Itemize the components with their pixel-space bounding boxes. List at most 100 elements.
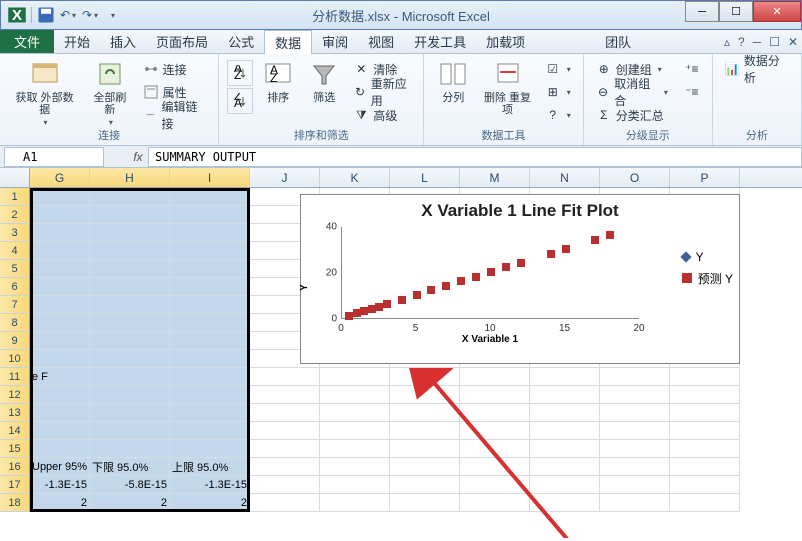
cell[interactable] bbox=[670, 440, 740, 458]
cell[interactable] bbox=[250, 368, 320, 386]
row-header[interactable]: 3 bbox=[0, 224, 30, 242]
cell[interactable] bbox=[320, 422, 390, 440]
cell[interactable]: -1.3E-15 bbox=[30, 476, 90, 494]
menu-tab[interactable] bbox=[575, 30, 595, 53]
menu-tab[interactable]: 加载项 bbox=[476, 30, 535, 53]
row-header[interactable]: 10 bbox=[0, 350, 30, 368]
column-header[interactable]: J bbox=[250, 168, 320, 187]
cell[interactable] bbox=[530, 386, 600, 404]
menu-tab[interactable]: 数据 bbox=[264, 30, 312, 54]
cell[interactable]: 上限 95.0% bbox=[170, 458, 250, 476]
qat-customize-icon[interactable]: ▾ bbox=[102, 5, 122, 25]
row-header[interactable]: 11 bbox=[0, 368, 30, 386]
cell[interactable] bbox=[90, 332, 170, 350]
cell[interactable] bbox=[30, 440, 90, 458]
cell[interactable] bbox=[30, 296, 90, 314]
row-header[interactable]: 5 bbox=[0, 260, 30, 278]
column-header[interactable]: P bbox=[670, 168, 740, 187]
cell[interactable] bbox=[390, 458, 460, 476]
file-tab[interactable]: 文件 bbox=[0, 30, 54, 53]
cell[interactable] bbox=[390, 368, 460, 386]
cell[interactable] bbox=[90, 368, 170, 386]
cell[interactable] bbox=[460, 440, 530, 458]
cell[interactable] bbox=[390, 476, 460, 494]
row-header[interactable]: 2 bbox=[0, 206, 30, 224]
cell[interactable] bbox=[460, 368, 530, 386]
cell[interactable] bbox=[90, 440, 170, 458]
cell[interactable] bbox=[170, 314, 250, 332]
menu-tab[interactable]: 页面布局 bbox=[146, 30, 218, 53]
row-header[interactable]: 1 bbox=[0, 188, 30, 206]
cell[interactable] bbox=[30, 332, 90, 350]
row-header[interactable]: 6 bbox=[0, 278, 30, 296]
sort-asc-button[interactable]: AZ bbox=[227, 60, 253, 86]
close-button[interactable]: ✕ bbox=[753, 1, 801, 22]
cell[interactable] bbox=[320, 476, 390, 494]
cell[interactable] bbox=[390, 440, 460, 458]
cell[interactable] bbox=[30, 242, 90, 260]
row-header[interactable]: 9 bbox=[0, 332, 30, 350]
column-header[interactable]: I bbox=[170, 168, 250, 187]
data-validation-button[interactable]: ☑▾ bbox=[541, 58, 575, 80]
cell[interactable] bbox=[600, 368, 670, 386]
cell[interactable] bbox=[670, 386, 740, 404]
fx-icon[interactable]: fx bbox=[128, 150, 148, 164]
cell[interactable] bbox=[90, 206, 170, 224]
cell[interactable] bbox=[250, 386, 320, 404]
cell[interactable] bbox=[90, 188, 170, 206]
cell[interactable]: 2 bbox=[90, 494, 170, 512]
excel-icon[interactable]: X bbox=[7, 5, 27, 25]
help-icon[interactable]: ? bbox=[738, 35, 745, 49]
cell[interactable] bbox=[90, 278, 170, 296]
minimize-button[interactable]: ─ bbox=[685, 1, 719, 22]
cell[interactable] bbox=[90, 242, 170, 260]
cell[interactable] bbox=[250, 440, 320, 458]
edit-links-button[interactable]: 编辑链接 bbox=[139, 104, 211, 126]
save-icon[interactable] bbox=[36, 5, 56, 25]
cell[interactable] bbox=[530, 440, 600, 458]
row-header[interactable]: 14 bbox=[0, 422, 30, 440]
cell[interactable] bbox=[460, 494, 530, 512]
cell[interactable] bbox=[390, 422, 460, 440]
cell[interactable] bbox=[320, 440, 390, 458]
cell[interactable] bbox=[530, 422, 600, 440]
sort-button[interactable]: AZ排序 bbox=[257, 56, 299, 106]
connections-button[interactable]: 连接 bbox=[139, 58, 211, 80]
column-header[interactable]: H bbox=[90, 168, 170, 187]
cell[interactable] bbox=[600, 440, 670, 458]
select-all-corner[interactable] bbox=[0, 168, 30, 187]
cell[interactable] bbox=[170, 404, 250, 422]
row-header[interactable]: 7 bbox=[0, 296, 30, 314]
ungroup-button[interactable]: ⊖取消组合▾ bbox=[592, 81, 672, 103]
column-header[interactable]: N bbox=[530, 168, 600, 187]
consolidate-button[interactable]: ⊞▾ bbox=[541, 81, 575, 103]
cell[interactable] bbox=[250, 404, 320, 422]
cell[interactable] bbox=[390, 386, 460, 404]
cell[interactable] bbox=[320, 458, 390, 476]
cell[interactable] bbox=[30, 278, 90, 296]
embedded-chart[interactable]: X Variable 1 Line Fit Plot Y 02040 05101… bbox=[300, 194, 740, 364]
cell[interactable] bbox=[170, 188, 250, 206]
reapply-button[interactable]: ↻重新应用 bbox=[349, 81, 415, 103]
row-header[interactable]: 16 bbox=[0, 458, 30, 476]
cell[interactable] bbox=[90, 422, 170, 440]
column-header[interactable]: O bbox=[600, 168, 670, 187]
what-if-button[interactable]: ?▾ bbox=[541, 104, 575, 126]
menu-tab[interactable]: 审阅 bbox=[312, 30, 358, 53]
menu-tab[interactable]: 开发工具 bbox=[404, 30, 476, 53]
minimize-ribbon-icon[interactable]: ▵ bbox=[724, 35, 730, 49]
cell[interactable] bbox=[170, 296, 250, 314]
cell[interactable] bbox=[670, 494, 740, 512]
cell[interactable] bbox=[530, 368, 600, 386]
cell[interactable] bbox=[600, 458, 670, 476]
cell[interactable] bbox=[170, 368, 250, 386]
cell[interactable]: -5.8E-15 bbox=[90, 476, 170, 494]
cell[interactable] bbox=[670, 404, 740, 422]
maximize-button[interactable]: ☐ bbox=[719, 1, 753, 22]
cell[interactable] bbox=[90, 260, 170, 278]
cell[interactable] bbox=[460, 404, 530, 422]
hide-detail-button[interactable]: ⁻≡ bbox=[680, 81, 704, 103]
column-header[interactable]: G bbox=[30, 168, 90, 187]
cell[interactable] bbox=[670, 368, 740, 386]
cell[interactable] bbox=[90, 350, 170, 368]
